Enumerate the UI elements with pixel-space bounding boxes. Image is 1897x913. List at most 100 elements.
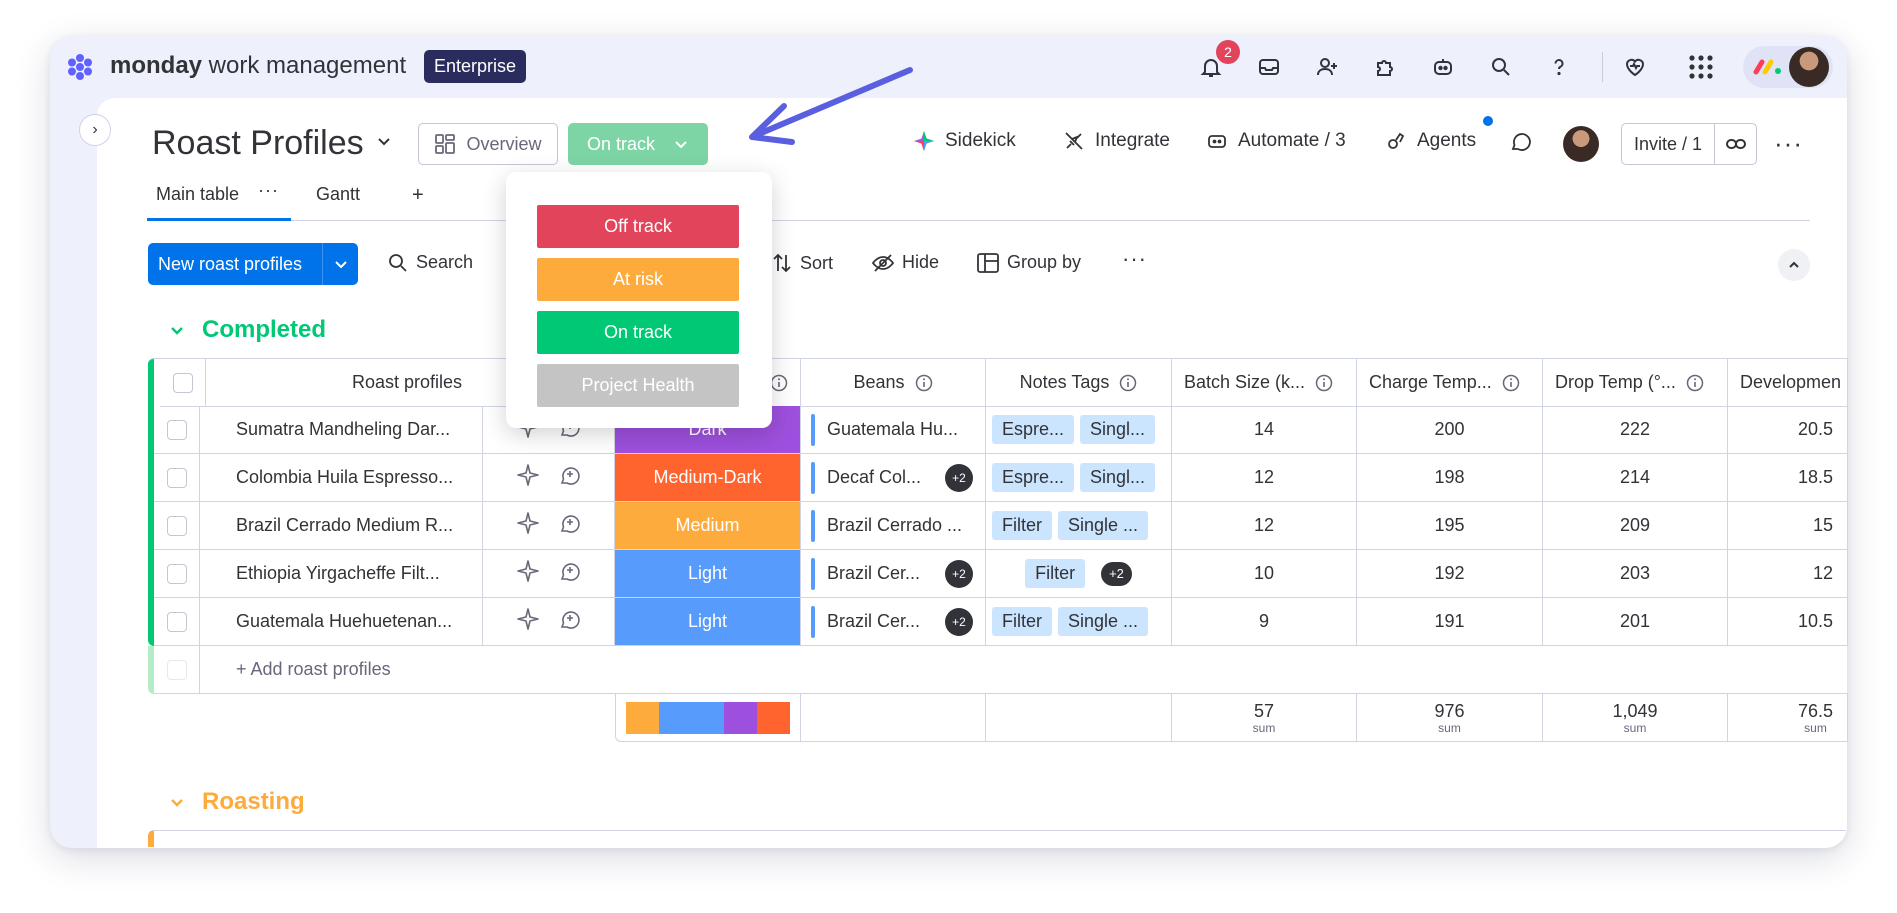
status-option-project-health[interactable]: Project Health (537, 364, 739, 407)
batch-sum-block: 57 sum (1253, 702, 1276, 734)
beans-extra-count-badge[interactable]: +2 (945, 463, 973, 492)
ai-sparkle-icon[interactable] (516, 559, 540, 588)
roast-level-status[interactable]: Medium (615, 502, 801, 550)
row-checkbox-cell[interactable] (154, 502, 200, 550)
charge-value-cell[interactable]: 192 (1357, 550, 1543, 598)
charge-value-cell[interactable]: 195 (1357, 502, 1543, 550)
item-name-text: Guatemala Huehuetenan... (236, 611, 453, 631)
drop-value-cell[interactable]: 214 (1543, 454, 1728, 502)
note-tag[interactable]: Filter (992, 511, 1052, 540)
info-icon[interactable] (770, 374, 788, 392)
row-checkbox-cell[interactable] (154, 598, 200, 646)
info-icon[interactable] (1502, 374, 1520, 392)
info-icon[interactable] (1315, 374, 1333, 392)
batch-value-cell[interactable]: 12 (1172, 502, 1357, 550)
beans-cell[interactable]: Brazil Cerrado ... (801, 502, 986, 550)
drop-value-cell[interactable]: 201 (1543, 598, 1728, 646)
row-checkbox-cell[interactable] (154, 406, 200, 454)
beans-cell[interactable]: Brazil Cer... +2 (801, 550, 986, 598)
dev-value-cell[interactable]: 12 (1728, 550, 1848, 598)
row-checkbox[interactable] (166, 419, 187, 440)
roasting-group-header-partial (148, 830, 1846, 847)
status-option-on-track[interactable]: On track (537, 311, 739, 354)
status-option-label: Project Health (581, 375, 695, 395)
info-icon[interactable] (915, 374, 933, 392)
roast-level-status[interactable]: Medium-Dark (615, 454, 801, 502)
batch-value-cell[interactable]: 9 (1172, 598, 1357, 646)
drop-value-cell[interactable]: 203 (1543, 550, 1728, 598)
row-checkbox[interactable] (166, 515, 187, 536)
note-tag[interactable]: Filter (992, 607, 1052, 636)
notes-tags-cell[interactable]: Espre... Singl... (986, 454, 1172, 502)
item-name[interactable]: Guatemala Huehuetenan... (200, 598, 483, 646)
dev-value-cell[interactable]: 15 (1728, 502, 1848, 550)
column-header-charge-temp[interactable]: Charge Temp... (1357, 359, 1543, 407)
note-tag[interactable]: Singl... (1080, 415, 1156, 444)
roast-level-status[interactable]: Light (615, 598, 801, 646)
column-header-notes-tags[interactable]: Notes Tags (986, 359, 1172, 407)
ai-sparkle-icon[interactable] (516, 511, 540, 540)
beans-extra-count-badge[interactable]: +2 (945, 607, 973, 636)
roast-level-status[interactable]: Light (615, 550, 801, 598)
select-all-checkbox[interactable] (172, 372, 193, 393)
note-tag[interactable]: Espre... (992, 415, 1075, 444)
drop-sum: 1,049 sum (1543, 694, 1728, 742)
dev-value-cell[interactable]: 20.5 (1728, 406, 1848, 454)
item-name[interactable]: Ethiopia Yirgacheffe Filt... (200, 550, 483, 598)
info-icon[interactable] (1686, 374, 1704, 392)
column-header-drop-temp[interactable]: Drop Temp (°... (1543, 359, 1728, 407)
note-tag[interactable]: Singl... (1080, 463, 1156, 492)
charge-value-cell[interactable]: 198 (1357, 454, 1543, 502)
notes-tags-cell[interactable]: Filter +2 (986, 550, 1172, 598)
row-checkbox-cell[interactable] (154, 454, 200, 502)
batch-value-cell[interactable]: 14 (1172, 406, 1357, 454)
notes-tags-cell[interactable]: Filter Single ... (986, 502, 1172, 550)
beans-cell[interactable]: Guatemala Hu... (801, 406, 986, 454)
group-title-roasting[interactable]: Roasting (168, 788, 305, 816)
add-update-icon[interactable] (558, 607, 582, 636)
item-name[interactable]: Colombia Huila Espresso... (200, 454, 483, 502)
row-checkbox[interactable] (166, 611, 187, 632)
group-table-completed: Roast profiles Beans Notes Tags Batch Size … (0, 0, 1897, 913)
batch-value-cell[interactable]: 12 (1172, 454, 1357, 502)
ai-sparkle-icon[interactable] (516, 463, 540, 492)
drop-value-cell[interactable]: 222 (1543, 406, 1728, 454)
tags-extra-count-badge[interactable]: +2 (1101, 561, 1132, 586)
column-header-label: Batch Size (k... (1184, 372, 1306, 392)
notes-tags-cell[interactable]: Filter Single ... (986, 598, 1172, 646)
beans-cell[interactable]: Brazil Cer... +2 (801, 598, 986, 646)
status-option-at-risk[interactable]: At risk (537, 258, 739, 301)
note-tag[interactable]: Filter (1025, 559, 1086, 588)
add-update-icon[interactable] (558, 463, 582, 492)
charge-value-cell[interactable]: 191 (1357, 598, 1543, 646)
beans-cell[interactable]: Decaf Col... +2 (801, 454, 986, 502)
column-header-label: Charge Temp... (1369, 372, 1492, 392)
add-update-icon[interactable] (558, 559, 582, 588)
note-tag[interactable]: Single ... (1058, 607, 1149, 636)
item-name[interactable]: Sumatra Mandheling Dar... (200, 406, 483, 454)
notes-tags-cell[interactable]: Espre... Singl... (986, 406, 1172, 454)
column-header-development[interactable]: Developmen (1728, 359, 1848, 407)
status-option-off-track[interactable]: Off track (537, 205, 739, 248)
add-item-input[interactable]: + Add roast profiles (200, 646, 1848, 694)
column-header-beans[interactable]: Beans (801, 359, 986, 407)
row-checkbox[interactable] (166, 563, 187, 584)
drop-value: 222 (1619, 419, 1651, 439)
beans-extra-count-badge[interactable]: +2 (945, 559, 973, 588)
row-checkbox-cell[interactable] (154, 550, 200, 598)
dev-value-cell[interactable]: 18.5 (1728, 454, 1848, 502)
note-tag[interactable]: Espre... (992, 463, 1075, 492)
item-name[interactable]: Brazil Cerrado Medium R... (200, 502, 483, 550)
batch-value: 9 (1258, 611, 1269, 631)
dev-value-cell[interactable]: 10.5 (1728, 598, 1848, 646)
add-update-icon[interactable] (558, 511, 582, 540)
column-header-batch-size[interactable]: Batch Size (k... (1172, 359, 1357, 407)
charge-value-cell[interactable]: 200 (1357, 406, 1543, 454)
drop-value-cell[interactable]: 209 (1543, 502, 1728, 550)
ai-sparkle-icon[interactable] (516, 607, 540, 636)
info-icon[interactable] (1119, 374, 1137, 392)
batch-value-cell[interactable]: 10 (1172, 550, 1357, 598)
drop-value: 214 (1619, 467, 1651, 487)
note-tag[interactable]: Single ... (1058, 511, 1149, 540)
row-checkbox[interactable] (166, 467, 187, 488)
